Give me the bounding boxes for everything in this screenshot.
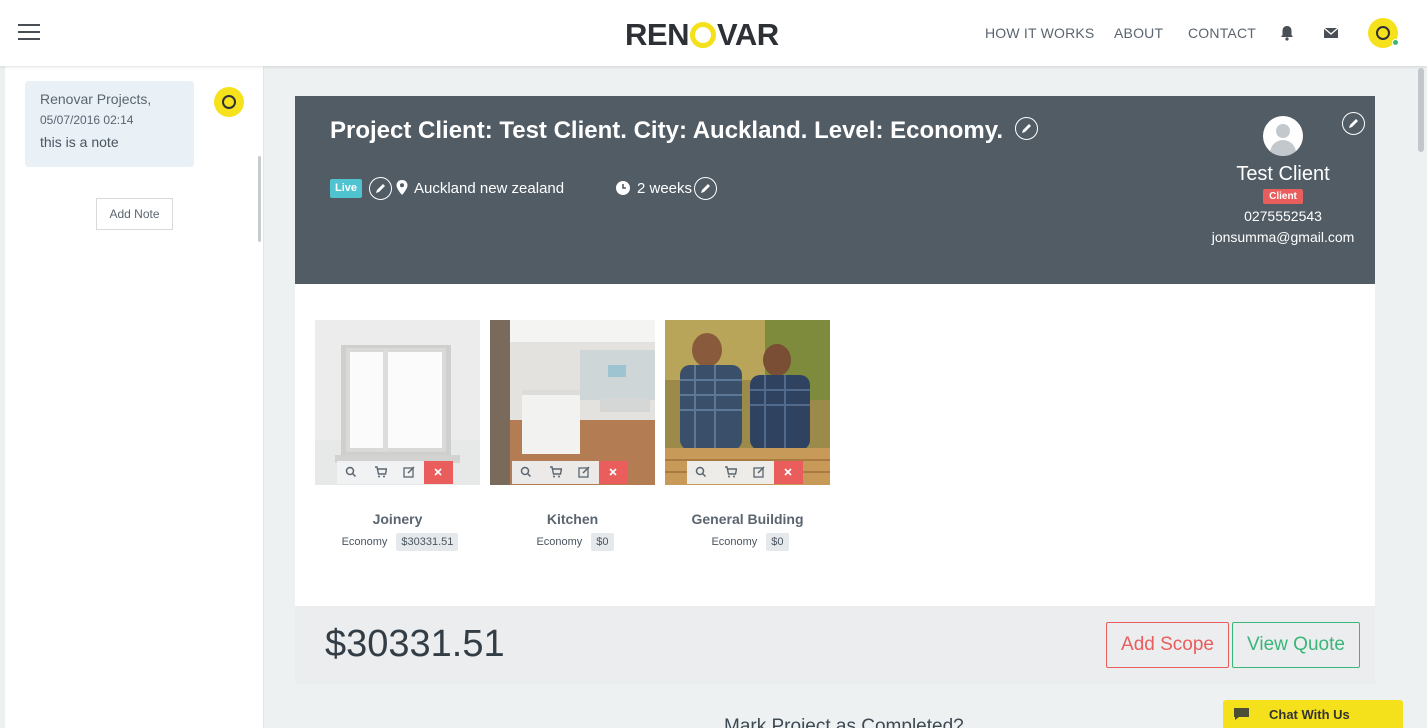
chat-widget[interactable]: Chat With Us (1223, 700, 1403, 728)
delete-scope-button[interactable] (424, 461, 453, 484)
close-icon (609, 468, 617, 476)
client-name: Test Client (1236, 163, 1330, 185)
delete-scope-button[interactable] (774, 461, 803, 484)
client-avatar (1263, 116, 1303, 156)
pencil-icon (1022, 124, 1031, 133)
close-icon (784, 468, 792, 476)
cart-icon (550, 466, 562, 478)
map-pin-icon (396, 180, 408, 195)
logo-o-ring (689, 22, 716, 48)
chat-label: Chat With Us (1269, 707, 1350, 722)
scope-name: Joinery (372, 511, 423, 527)
mark-complete-prompt[interactable]: Mark Project as Completed? (724, 716, 964, 728)
scope-card-joinery: Joinery Economy $30331.51 (315, 320, 480, 551)
check-icon (222, 95, 236, 109)
view-scope-button[interactable] (337, 461, 366, 484)
edit-duration-button[interactable] (694, 177, 717, 200)
page-scrollbar[interactable] (1418, 68, 1424, 152)
project-total: $30331.51 (325, 623, 505, 665)
cart-icon (375, 466, 387, 478)
edit-scope-button[interactable] (745, 461, 774, 484)
pencil-icon (701, 184, 710, 193)
chat-bubble-icon (1234, 708, 1249, 720)
cart-scope-button[interactable] (366, 461, 395, 484)
scope-image-kitchen[interactable] (490, 320, 655, 485)
scope-name: General Building (691, 511, 804, 527)
edit-scope-button[interactable] (570, 461, 599, 484)
location-text: Auckland new zealand (414, 180, 565, 197)
clock-icon (616, 181, 630, 195)
edit-title-button[interactable] (1015, 117, 1038, 140)
note-text: this is a note (40, 134, 119, 150)
scope-toolbar (512, 461, 628, 484)
scope-toolbar (687, 461, 803, 484)
logo-text-end: VAR (716, 17, 779, 52)
scope-name: Kitchen (546, 511, 599, 527)
search-icon (520, 466, 532, 478)
close-icon (434, 468, 442, 476)
check-icon (1376, 26, 1390, 40)
project-header: Project Client: Test Client. City: Auckl… (295, 96, 1375, 284)
client-role-badge: Client (1263, 189, 1303, 204)
user-avatar[interactable] (1368, 18, 1399, 48)
duration-text: 2 weeks (637, 180, 693, 197)
scope-price-tag: $30331.51 (396, 533, 459, 551)
mail-icon[interactable] (1322, 24, 1340, 42)
scope-price-tag: $0 (591, 533, 614, 551)
edit-icon (578, 466, 590, 478)
search-icon (695, 466, 707, 478)
add-note-button[interactable]: Add Note (96, 198, 173, 230)
scope-tags: Economy $0 (665, 533, 830, 551)
edit-status-button[interactable] (369, 177, 392, 200)
cart-icon (725, 466, 737, 478)
scope-card-kitchen: Kitchen Economy $0 (490, 320, 655, 551)
scope-image-window[interactable] (315, 320, 480, 485)
scope-level-tag: Economy (341, 536, 388, 548)
note-date: 05/07/2016 02:14 (40, 113, 134, 127)
edit-icon (403, 466, 415, 478)
project-location: Auckland new zealand (396, 180, 564, 197)
online-status-dot (1392, 39, 1399, 46)
client-email: jonsumma@gmail.com (1211, 229, 1355, 245)
note-author: Renovar Projects, (40, 91, 152, 107)
nav-contact[interactable]: CONTACT (1188, 25, 1256, 41)
total-bar: $30331.51 Add Scope View Quote (295, 606, 1375, 684)
project-title: Project Client: Test Client. City: Auckl… (330, 117, 1004, 144)
scope-toolbar (337, 461, 453, 484)
logo-text-start: REN (625, 17, 689, 52)
bell-icon[interactable] (1278, 24, 1296, 42)
edit-scope-button[interactable] (395, 461, 424, 484)
scopes-panel: Joinery Economy $30331.51 Kitchen Econom… (295, 284, 1375, 606)
scope-card-general-building: General Building Economy $0 (665, 320, 830, 551)
renovar-logo[interactable]: REN VAR (625, 17, 779, 53)
notes-sidebar: Renovar Projects, 05/07/2016 02:14 this … (5, 66, 264, 728)
search-icon (345, 466, 357, 478)
view-scope-button[interactable] (687, 461, 716, 484)
scope-level-tag: Economy (711, 536, 758, 548)
view-scope-button[interactable] (512, 461, 541, 484)
sidebar-scrollbar[interactable] (258, 156, 261, 242)
scope-tags: Economy $30331.51 (315, 533, 480, 551)
note-author-avatar (214, 87, 244, 117)
view-quote-button[interactable]: View Quote (1232, 622, 1360, 668)
menu-icon[interactable] (18, 24, 40, 42)
status-badge: Live (330, 179, 363, 198)
add-scope-button[interactable]: Add Scope (1106, 622, 1229, 668)
nav-about[interactable]: ABOUT (1114, 25, 1163, 41)
scope-level-tag: Economy (536, 536, 583, 548)
client-info: Test Client Client 0275552543 jonsumma@g… (1195, 116, 1371, 245)
scope-tags: Economy $0 (490, 533, 655, 551)
top-navbar: REN VAR HOW IT WORKS ABOUT CONTACT (0, 0, 1427, 66)
cart-scope-button[interactable] (716, 461, 745, 484)
note-card: Renovar Projects, 05/07/2016 02:14 this … (25, 81, 194, 167)
client-phone: 0275552543 (1244, 208, 1322, 224)
edit-icon (753, 466, 765, 478)
scope-image-builders[interactable] (665, 320, 830, 485)
cart-scope-button[interactable] (541, 461, 570, 484)
delete-scope-button[interactable] (599, 461, 628, 484)
scope-price-tag: $0 (766, 533, 789, 551)
nav-how-it-works[interactable]: HOW IT WORKS (985, 25, 1094, 41)
project-duration: 2 weeks (616, 180, 692, 197)
pencil-icon (376, 184, 385, 193)
